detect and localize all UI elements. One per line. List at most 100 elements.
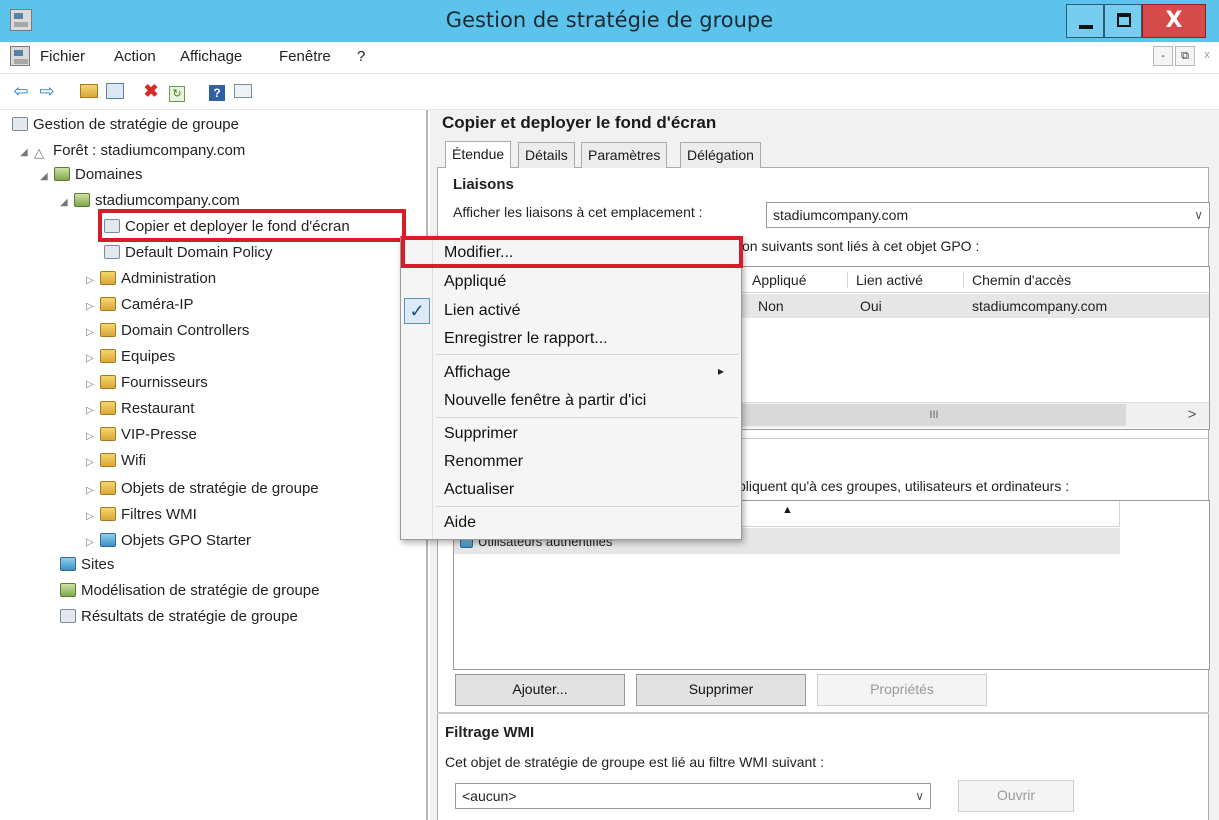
tree-results[interactable]: Résultats de stratégie de groupe [60, 606, 298, 628]
restore-icon [1117, 13, 1131, 27]
expand-arrow-icon[interactable]: ▷ [86, 452, 100, 474]
section-divider [437, 712, 1209, 714]
tree-ou-vip-presse[interactable]: ▷ VIP-Presse [86, 424, 197, 446]
modeling-icon [60, 583, 76, 597]
tree-forest[interactable]: ◢ △ Forêt : stadiumcompany.com [20, 140, 245, 162]
mdi-restore-button[interactable]: ⧉ [1175, 46, 1195, 66]
context-menu-gutter [432, 237, 433, 539]
tree-gpo-objects[interactable]: ▷ Objets de stratégie de groupe [86, 478, 319, 500]
maximize-button[interactable] [1104, 4, 1142, 38]
expand-arrow-icon[interactable]: ▷ [86, 374, 100, 396]
tree-gpo-default[interactable]: Default Domain Policy [104, 242, 273, 264]
tree-starter-gpo[interactable]: ▷ Objets GPO Starter [86, 530, 251, 552]
location-select[interactable]: stadiumcompany.com ∨ [766, 202, 1210, 228]
tab-parametres[interactable]: Paramètres [581, 142, 668, 168]
menu-action[interactable]: Action [114, 48, 156, 65]
expand-arrow-icon[interactable]: ▷ [86, 322, 100, 344]
scroll-right-arrow-icon[interactable]: > [1180, 404, 1204, 426]
tree-ou-equipes[interactable]: ▷ Equipes [86, 346, 175, 368]
ou-folder-icon [100, 297, 116, 311]
document-icon[interactable] [10, 46, 30, 66]
expand-arrow-icon[interactable]: ▷ [86, 506, 100, 528]
tree-ou-restaurant[interactable]: ▷ Restaurant [86, 398, 194, 420]
window-title: Gestion de stratégie de groupe [445, 8, 774, 32]
submenu-arrow-icon: ▸ [718, 364, 725, 378]
menu-separator [436, 506, 738, 507]
menu-item-lien-active[interactable]: Lien activé [444, 302, 521, 320]
chevron-down-icon: ∨ [1194, 208, 1203, 222]
cell-lien-active: Oui [860, 298, 882, 314]
forest-icon: △ [34, 145, 44, 160]
expand-arrow-icon[interactable]: ▷ [86, 400, 100, 422]
tree-domains[interactable]: ◢ Domaines [40, 164, 143, 186]
starter-gpo-icon [100, 533, 116, 547]
expand-arrow-icon[interactable]: ▷ [86, 426, 100, 448]
expand-arrow-icon[interactable]: ▷ [86, 296, 100, 318]
tree-ou-wifi[interactable]: ▷ Wifi [86, 450, 146, 472]
menu-item-aide[interactable]: Aide [444, 514, 476, 532]
open-button[interactable]: Ouvrir [958, 780, 1074, 812]
forward-arrow-icon[interactable]: ⇨ [36, 80, 58, 102]
collapse-arrow-icon[interactable]: ◢ [20, 142, 34, 164]
menu-help[interactable]: ? [357, 48, 365, 65]
tree-ou-administration[interactable]: ▷ Administration [86, 268, 216, 290]
menu-item-affichage[interactable]: Affichage [444, 364, 510, 382]
menu-fenetre[interactable]: Fenêtre [279, 48, 331, 65]
tab-etendue[interactable]: Étendue [445, 141, 512, 168]
mdi-close-button[interactable]: x [1197, 46, 1217, 66]
close-button[interactable]: X [1142, 4, 1206, 38]
tree-modeling[interactable]: Modélisation de stratégie de groupe [60, 580, 320, 602]
minimize-button[interactable] [1066, 4, 1104, 38]
menu-item-actualiser[interactable]: Actualiser [444, 481, 514, 499]
menu-item-enregistrer-rapport[interactable]: Enregistrer le rapport... [444, 330, 608, 348]
menu-separator [436, 417, 738, 418]
scrollbar-thumb[interactable]: III [742, 404, 1126, 426]
show-hide-tree-icon[interactable] [104, 80, 126, 102]
security-filter-label: pliquent qu'à ces groupes, utilisateurs … [738, 478, 1070, 494]
mdi-minimize-button[interactable]: - [1153, 46, 1173, 66]
col-lien-active[interactable]: Lien activé [856, 272, 964, 288]
expand-arrow-icon[interactable]: ▷ [86, 480, 100, 502]
back-arrow-icon[interactable]: ⇦ [10, 80, 32, 102]
highlight-box-modifier [401, 236, 743, 268]
chevron-down-icon: ∨ [915, 789, 924, 803]
up-folder-icon[interactable] [78, 80, 100, 102]
menu-item-nouvelle-fenetre[interactable]: Nouvelle fenêtre à partir d'ici [444, 392, 646, 410]
tree-ou-domain-controllers[interactable]: ▷ Domain Controllers [86, 320, 249, 342]
tree-ou-camera[interactable]: ▷ Caméra-IP [86, 294, 194, 316]
help-icon[interactable]: ? [206, 80, 228, 102]
menu-affichage[interactable]: Affichage [180, 48, 242, 65]
properties-icon[interactable] [232, 80, 254, 102]
menu-item-applique[interactable]: Appliqué [444, 273, 506, 291]
menu-item-renommer[interactable]: Renommer [444, 453, 523, 471]
col-chemin[interactable]: Chemin d'accès [972, 272, 1202, 288]
tree-root[interactable]: Gestion de stratégie de groupe [12, 114, 239, 136]
menu-item-supprimer[interactable]: Supprimer [444, 425, 518, 443]
tree-sites[interactable]: Sites [60, 554, 114, 576]
collapse-arrow-icon[interactable]: ◢ [60, 192, 74, 214]
expand-arrow-icon[interactable]: ▷ [86, 270, 100, 292]
tab-delegation[interactable]: Délégation [680, 142, 761, 168]
expand-arrow-icon[interactable]: ▷ [86, 348, 100, 370]
domains-icon [54, 167, 70, 181]
delete-icon[interactable]: ✖ [140, 80, 162, 102]
wmi-filter-select[interactable]: <aucun> ∨ [455, 783, 931, 809]
cell-chemin: stadiumcompany.com [972, 298, 1108, 314]
remove-button[interactable]: Supprimer [636, 674, 806, 706]
col-applique[interactable]: Appliqué [752, 272, 848, 288]
collapse-arrow-icon[interactable]: ◢ [40, 166, 54, 188]
tree-wmi-filters[interactable]: ▷ Filtres WMI [86, 504, 197, 526]
menu-fichier[interactable]: Fichier [40, 48, 85, 65]
results-icon [60, 609, 76, 623]
tree-ou-fournisseurs[interactable]: ▷ Fournisseurs [86, 372, 208, 394]
add-button[interactable]: Ajouter... [455, 674, 625, 706]
security-grid-header[interactable] [742, 501, 1120, 527]
gpo-link-icon [104, 245, 120, 259]
section-divider [742, 438, 1210, 439]
expand-arrow-icon[interactable]: ▷ [86, 532, 100, 554]
refresh-icon[interactable]: ↻ [166, 80, 188, 102]
tab-details[interactable]: Détails [518, 142, 575, 168]
properties-button[interactable]: Propriétés [817, 674, 987, 706]
ou-folder-icon [100, 271, 116, 285]
sites-icon [60, 557, 76, 571]
